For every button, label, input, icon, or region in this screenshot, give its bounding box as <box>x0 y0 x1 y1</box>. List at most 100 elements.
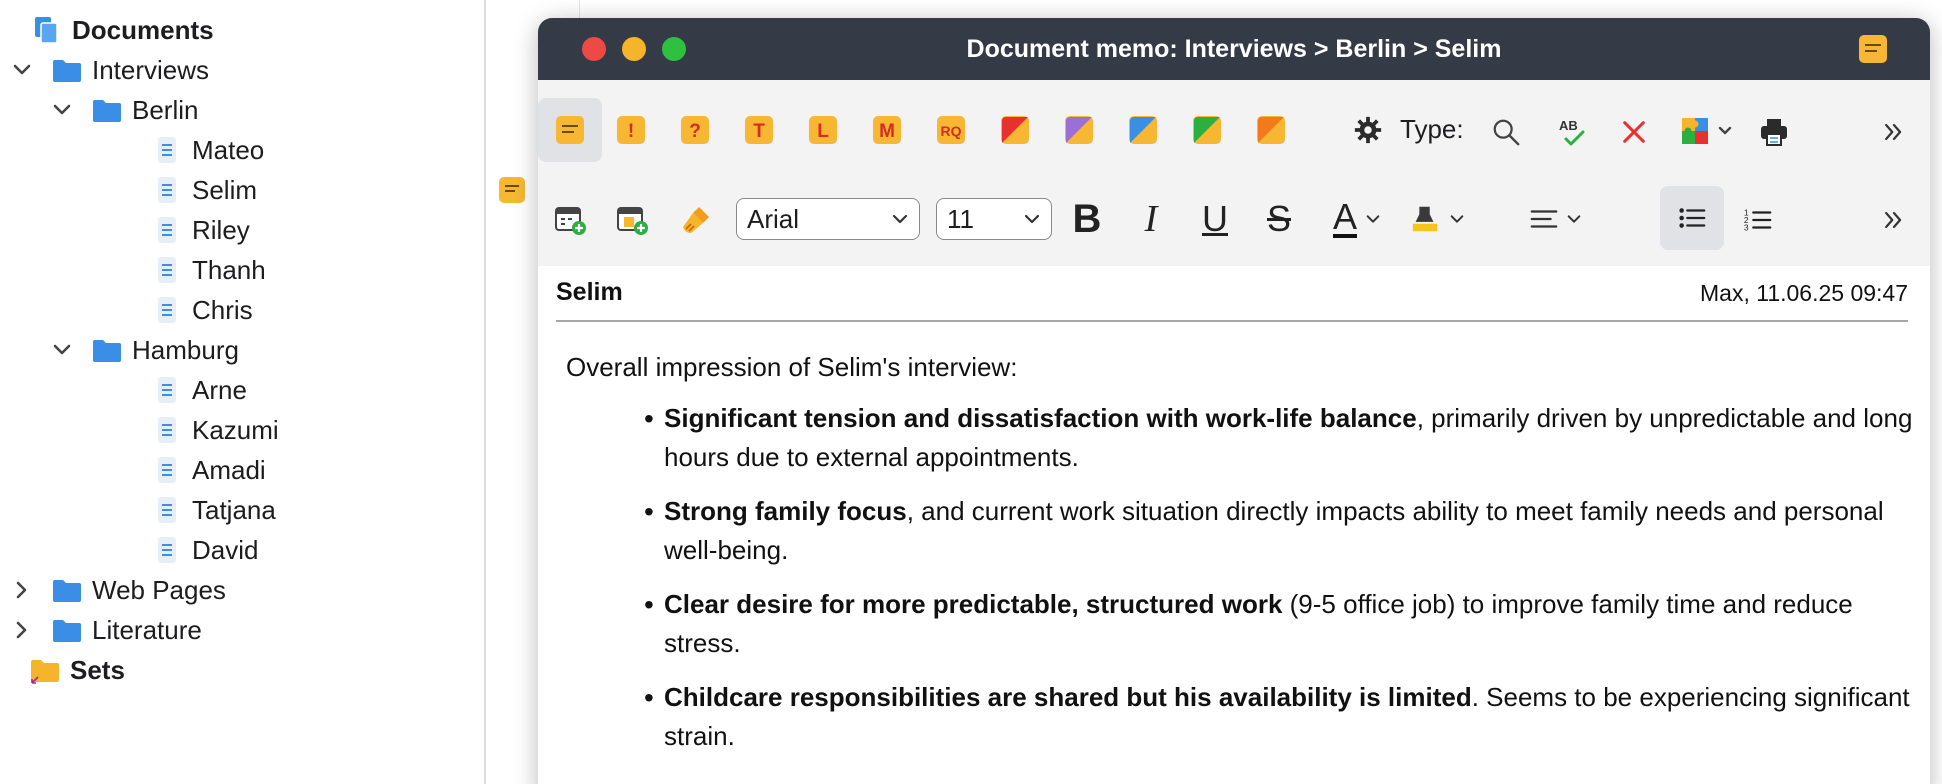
tree-document[interactable]: David <box>150 532 258 568</box>
memo-type-question-button[interactable]: ? <box>678 113 712 147</box>
gear-icon[interactable] <box>1350 112 1386 148</box>
zoom-window-button[interactable] <box>662 37 686 61</box>
puzzle-icon[interactable] <box>1676 112 1740 152</box>
tree-folder-interviews[interactable]: Interviews <box>8 52 209 88</box>
tree-document[interactable]: Chris <box>150 292 253 328</box>
spellcheck-icon[interactable]: AB <box>1552 112 1592 152</box>
tree-document[interactable]: Riley <box>150 212 250 248</box>
tree-folder-hamburg[interactable]: Hamburg <box>48 332 239 368</box>
chevron-down-icon[interactable] <box>8 56 36 84</box>
highlight-color-button[interactable] <box>1402 196 1472 242</box>
memo-type-green-button[interactable] <box>1190 113 1224 147</box>
tree-document[interactable]: Selim <box>150 172 257 208</box>
chevron-down-icon <box>1450 215 1464 223</box>
tree-document[interactable]: Tatjana <box>150 492 276 528</box>
tree-folder-label: Berlin <box>132 94 199 125</box>
overflow-chevron-icon[interactable] <box>1876 114 1912 150</box>
format-painter-icon[interactable] <box>676 200 716 240</box>
memo-type-standard-button[interactable] <box>538 98 602 162</box>
tree-document[interactable]: Arne <box>150 372 247 408</box>
folder-icon <box>90 93 124 127</box>
memo-bullet-list: Significant tension and dissatisfaction … <box>644 399 1916 756</box>
memo-editor[interactable]: Overall impression of Selim's interview:… <box>566 348 1916 771</box>
tree-document[interactable]: Mateo <box>150 132 264 168</box>
tree-folder-label: Hamburg <box>132 334 239 365</box>
window-title: Document memo: Interviews > Berlin > Sel… <box>966 34 1502 63</box>
numbered-list-button[interactable]: 123 <box>1736 198 1780 242</box>
print-icon[interactable] <box>1754 112 1794 152</box>
tree-document-label: Mateo <box>192 134 265 165</box>
search-icon[interactable] <box>1488 114 1524 150</box>
chevron-right-icon[interactable] <box>8 576 36 604</box>
memo-icon[interactable] <box>1858 34 1888 64</box>
list-item: Strong family focus, and current work si… <box>644 492 1916 570</box>
memo-type-red-button[interactable] <box>998 113 1032 147</box>
tree-folder-literature[interactable]: Literature <box>8 612 202 648</box>
memo-type-exclamation-button[interactable]: ! <box>614 113 648 147</box>
memo-type-theory-button[interactable]: T <box>742 113 776 147</box>
highlighter-icon <box>1412 206 1438 232</box>
tree-sets[interactable]: Sets <box>28 652 125 688</box>
calendar-add-icon[interactable] <box>552 202 588 238</box>
overflow-chevron-icon[interactable] <box>1876 202 1912 238</box>
memo-type-research-question-button[interactable]: RQ <box>934 113 968 147</box>
bullet-bold-text: Childcare responsibilities are shared bu… <box>664 682 1472 712</box>
tree-folder-web-pages[interactable]: Web Pages <box>8 572 226 608</box>
link-memo-add-icon[interactable] <box>614 202 650 238</box>
memo-type-blue-button[interactable] <box>1126 113 1160 147</box>
tree-document[interactable]: Amadi <box>150 452 266 488</box>
font-color-button[interactable]: A <box>1322 196 1392 242</box>
bullet-list-button[interactable] <box>1660 186 1724 250</box>
tree-document[interactable]: Kazumi <box>150 412 279 448</box>
tree-folder-label: Interviews <box>92 54 210 85</box>
close-icon[interactable] <box>1616 114 1652 150</box>
memo-type-literature-button[interactable]: L <box>806 113 840 147</box>
chevron-down-icon[interactable] <box>48 336 76 364</box>
font-size-select[interactable]: 11 <box>936 198 1052 240</box>
type-label: Type: <box>1400 114 1464 144</box>
tree-document-label: Kazumi <box>192 414 279 445</box>
tree-document[interactable]: Thanh <box>150 252 266 288</box>
memo-type-purple-button[interactable] <box>1062 113 1096 147</box>
tree-document-label: Chris <box>192 294 253 325</box>
tree-root-documents[interactable]: Documents <box>30 12 214 48</box>
folder-icon <box>50 613 84 647</box>
memo-title[interactable]: Selim <box>556 278 623 307</box>
documents-icon <box>30 13 64 47</box>
font-family-value: Arial <box>747 203 800 234</box>
tree-document-label: David <box>192 534 259 565</box>
document-icon <box>150 173 184 207</box>
tree-document-label: Thanh <box>192 254 266 285</box>
text-align-button[interactable] <box>1520 196 1590 242</box>
memo-window: Document memo: Interviews > Berlin > Sel… <box>538 18 1930 784</box>
app-root: Documents Interviews Berlin Mateo Selim … <box>0 0 1942 784</box>
list-item: Childcare responsibilities are shared bu… <box>644 678 1916 756</box>
chevron-right-icon[interactable] <box>8 616 36 644</box>
numbered-list-icon: 123 <box>1744 207 1772 232</box>
minimize-window-button[interactable] <box>622 37 646 61</box>
close-window-button[interactable] <box>582 37 606 61</box>
sets-folder-icon <box>28 653 62 687</box>
chevron-down-icon <box>1366 215 1380 223</box>
tree-document-label: Arne <box>192 374 247 405</box>
memo-type-orange-button[interactable] <box>1254 113 1288 147</box>
bold-button[interactable]: B <box>1064 196 1110 242</box>
memo-type-method-button[interactable]: M <box>870 113 904 147</box>
memo-intro-text: Overall impression of Selim's interview: <box>566 352 1018 382</box>
folder-icon <box>50 573 84 607</box>
bullet-bold-text: Clear desire for more predictable, struc… <box>664 589 1283 619</box>
underline-button[interactable]: U <box>1192 196 1238 242</box>
document-icon <box>150 493 184 527</box>
chevron-down-icon <box>1567 215 1581 223</box>
bullet-bold-text: Strong family focus <box>664 496 907 526</box>
document-icon <box>150 293 184 327</box>
document-icon <box>150 413 184 447</box>
bullet-bold-text: Significant tension and dissatisfaction … <box>664 403 1417 433</box>
strikethrough-button[interactable]: S <box>1256 196 1302 242</box>
chevron-down-icon[interactable] <box>48 96 76 124</box>
memo-icon[interactable] <box>498 176 526 204</box>
align-left-icon <box>1530 210 1558 228</box>
tree-folder-berlin[interactable]: Berlin <box>48 92 198 128</box>
font-family-select[interactable]: Arial <box>736 198 920 240</box>
italic-button[interactable]: I <box>1128 196 1174 242</box>
